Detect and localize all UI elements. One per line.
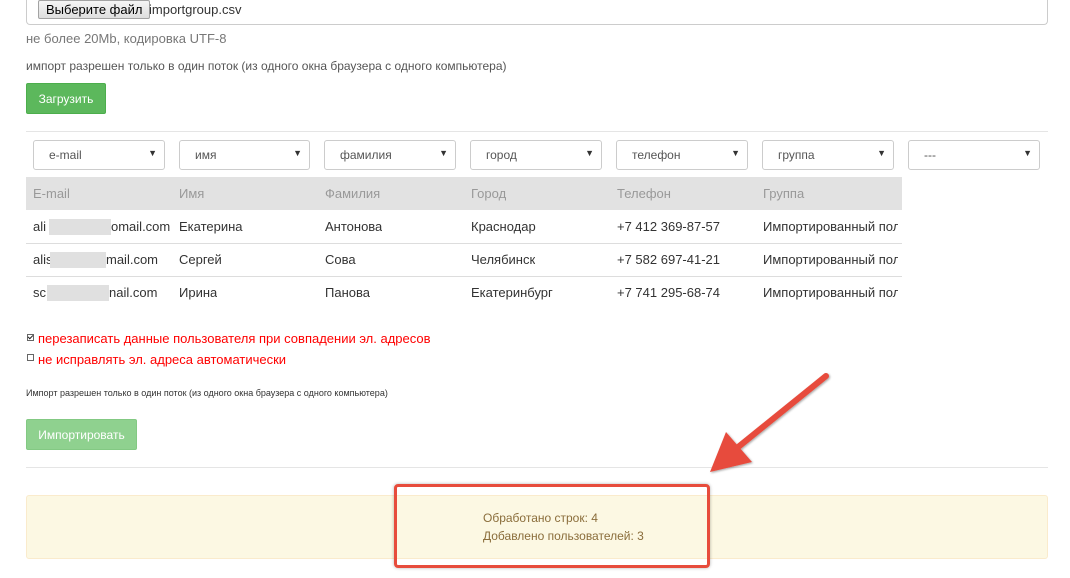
annotation-arrow-icon — [710, 373, 829, 472]
